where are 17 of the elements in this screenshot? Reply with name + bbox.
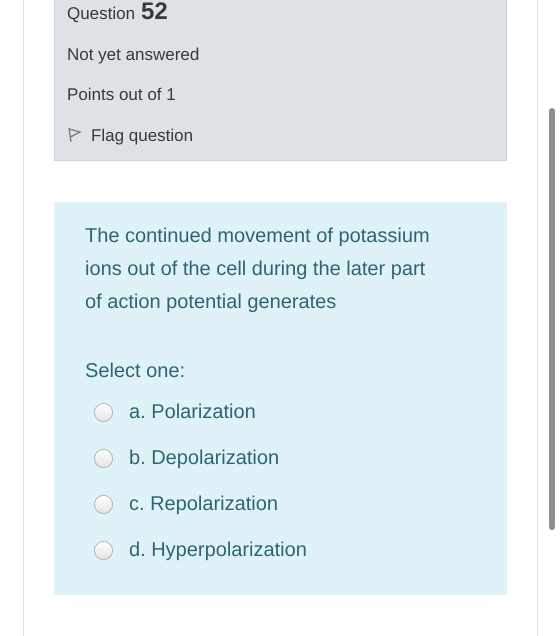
radio-button[interactable] xyxy=(94,541,113,560)
select-prompt: Select one: xyxy=(85,359,186,384)
radio-button[interactable] xyxy=(94,403,113,422)
question-text: The continued movement of potassium ions out of the cell during the later part of action potential generates xyxy=(85,224,430,315)
radio-button[interactable] xyxy=(94,449,113,468)
points-text: Points out of 1 xyxy=(67,84,177,106)
question-number: 52 xyxy=(141,0,168,24)
answer-option[interactable]: a. Polarization xyxy=(94,398,477,427)
answer-option[interactable]: c. Repolarization xyxy=(94,490,477,519)
question-label: Question xyxy=(67,3,136,25)
radio-button[interactable] xyxy=(94,495,113,514)
scrollbar-thumb[interactable] xyxy=(549,108,555,530)
answer-option[interactable]: b. Depolarization xyxy=(94,444,477,473)
flag-icon xyxy=(67,127,83,144)
answer-option[interactable]: d. Hyperpolarization xyxy=(94,536,477,565)
status-text: Not yet answered xyxy=(67,44,200,66)
flag-question-link[interactable]: Flag question xyxy=(67,122,506,148)
